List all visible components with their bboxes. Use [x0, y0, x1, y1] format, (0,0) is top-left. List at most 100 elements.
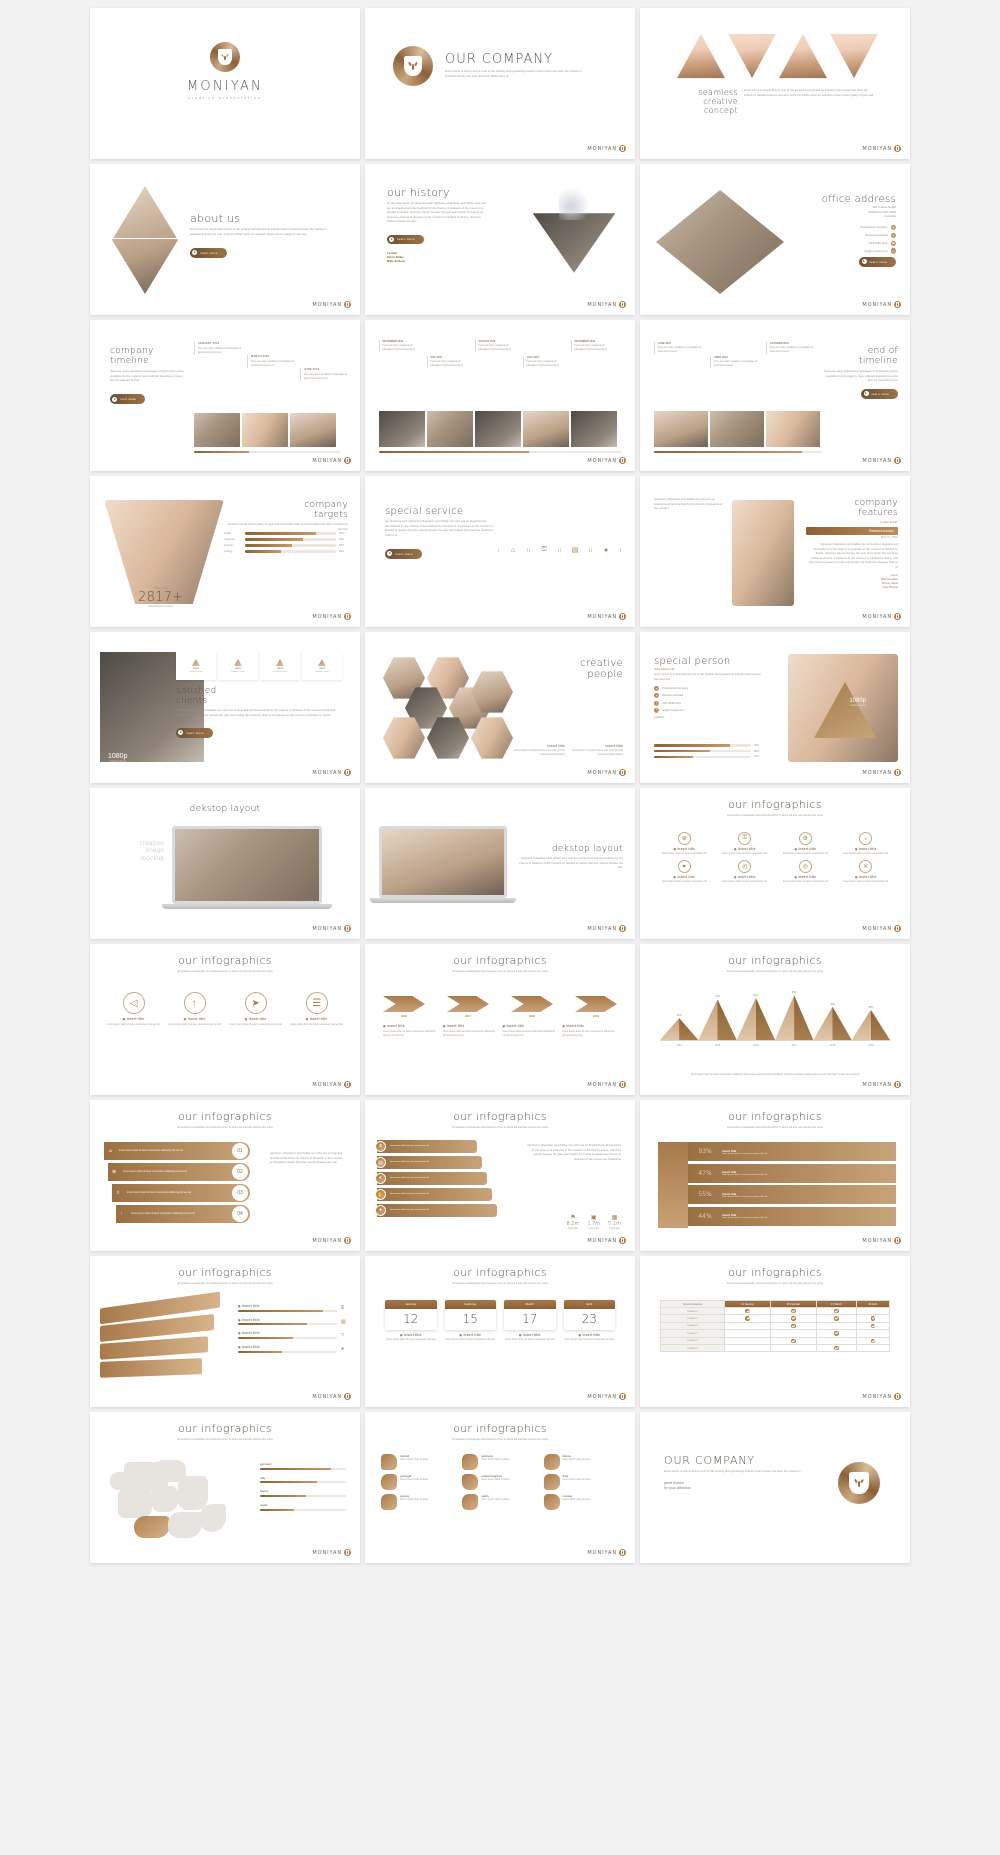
learn-more-button[interactable]: learn more	[385, 548, 422, 559]
brand-name: MONIYAN	[312, 613, 342, 620]
badge[interactable]: Standard Industry	[806, 527, 898, 535]
client-card[interactable]: client company name	[260, 652, 300, 680]
calendar-item[interactable]: March 17 ◉ insert title lorem ipsum dolor s…	[504, 1300, 556, 1342]
info-cell[interactable]: ☰ ◉ insert title lorem ipsum dolor sit ame…	[289, 992, 344, 1027]
headline: seamless creative concept	[676, 88, 738, 115]
country-cell[interactable]: ireland lorem ipsum dolor sit amet	[381, 1454, 456, 1470]
slide-thumbnail-25[interactable]: our infographics but because occasionally…	[90, 1256, 360, 1407]
slide-thumbnail-22[interactable]: our infographics but because occasionally…	[90, 1100, 360, 1251]
slide-thumbnail-2[interactable]: OUR COMPANY lorem ipsum is simply dummy t…	[365, 8, 635, 159]
client-card[interactable]: client company name	[176, 652, 216, 680]
headline-line-1: features	[858, 508, 898, 518]
step-row[interactable]: ↑ lorem ipsum dolor sit amet consectetur …	[116, 1205, 250, 1223]
learn-more-button[interactable]: learn more	[190, 247, 227, 258]
country-cell[interactable]: greece lorem ipsum dolor sit amet	[381, 1494, 456, 1510]
info-cell[interactable]: ↑ ◉ insert title lorem ipsum dolor sit ame…	[167, 992, 222, 1027]
step-row[interactable]: ☺ lorem ipsum dolor sit amet consectetur …	[104, 1142, 250, 1160]
info-cell[interactable]: ♥ ◉ insert title lorem ipsum dolor sit ame…	[656, 860, 713, 884]
slide-thumbnail-12[interactable]: righteous indignation and dislike men wh…	[640, 476, 910, 627]
slide-thumbnail-24[interactable]: our infographics but because occasionally…	[640, 1100, 910, 1251]
calendar-item[interactable]: April 23 ◉ insert title lorem ipsum dolor s…	[563, 1300, 615, 1342]
step-row[interactable]: lorem ipsum dolor sit amet consectetur e…	[375, 1188, 492, 1201]
step-row[interactable]: lorem ipsum dolor sit amet consectetur e…	[375, 1140, 477, 1153]
country-cell[interactable]: france lorem ipsum dolor sit amet	[543, 1454, 619, 1470]
headline-line-1: people	[587, 669, 623, 680]
country-cell[interactable]: spain lorem ipsum dolor sit amet	[462, 1494, 537, 1510]
percent-row[interactable]: 47% insert title lorem ipsum dolor sit ame…	[688, 1163, 896, 1183]
signature-block: Founder Senior Dallas Miller Anthony	[387, 252, 487, 264]
slide-thumbnail-19[interactable]: our infographics but because occasionally…	[90, 944, 360, 1095]
slide-thumbnail-16[interactable]: dekstop layout creative image mockup MONIYAN	[90, 788, 360, 939]
info-cell[interactable]: ♪ ◉ insert title lorem ipsum dolor sit ame…	[838, 832, 895, 856]
learn-more-button[interactable]: learn more	[387, 234, 424, 245]
slide-thumbnail-5[interactable]: our history on the other hand, we denounc…	[365, 164, 635, 315]
slide-thumbnail-1[interactable]: MONIYAN creative presentation	[90, 8, 360, 159]
percent-row[interactable]: 55% insert title lorem ipsum dolor sit ame…	[688, 1185, 896, 1204]
table-cell	[769, 1306, 818, 1316]
step-row[interactable]: ♗ lorem ipsum dolor sit amet consectetur …	[112, 1184, 250, 1202]
client-name: client	[234, 667, 242, 670]
info-cell[interactable]: ⚙ ◉ insert title lorem ipsum dolor sit ame…	[777, 832, 834, 856]
info-cell[interactable]: ◴ ◉ insert title lorem ipsum dolor sit ame…	[717, 860, 774, 884]
info-cell[interactable]: ⚿ ◉ insert title lorem ipsum dolor sit ame…	[717, 832, 774, 856]
country-desc: lorem ipsum dolor sit amet	[481, 1478, 510, 1481]
progress-row: 40%	[654, 755, 762, 758]
slide-thumbnail-27[interactable]: our infographics but because occasionally…	[640, 1256, 910, 1407]
percent-row[interactable]: 44% insert title lorem ipsum dolor sit ame…	[688, 1206, 896, 1226]
percent-row[interactable]: 93% insert title lorem ipsum dolor sit ame…	[688, 1142, 896, 1161]
info-cell[interactable]: ⊕ ◉ insert title lorem ipsum dolor sit ame…	[656, 832, 713, 856]
slide-thumbnail-21[interactable]: our infographics but because occasionally…	[640, 944, 910, 1095]
step-row[interactable]: lorem ipsum dolor sit amet consectetur e…	[375, 1156, 482, 1169]
slide-thumbnail-10[interactable]: company targets unknown printer took a gal…	[90, 476, 360, 627]
step-row[interactable]: lorem ipsum dolor sit amet consectetur e…	[375, 1172, 487, 1185]
user-icon: ●	[603, 546, 609, 554]
info-cell[interactable]: ✕ ◉ insert title lorem ipsum dolor sit ame…	[838, 860, 895, 884]
info-cell[interactable]: ◁ ◉ insert title lorem ipsum dolor sit ame…	[106, 992, 161, 1027]
bar-value: 64%	[339, 538, 344, 541]
client-card[interactable]: client company name	[302, 652, 342, 680]
country-cell[interactable]: italy lorem ipsum dolor sit amet	[543, 1474, 619, 1490]
slide-thumbnail-26[interactable]: our infographics but because occasionally…	[365, 1256, 635, 1407]
slide-thumbnail-7[interactable]: company timeline there are many variations…	[90, 320, 360, 471]
slide-thumbnail-28[interactable]: our infographics but because occasionally…	[90, 1412, 360, 1563]
slide-thumbnail-23[interactable]: our infographics but because occasionally…	[365, 1100, 635, 1251]
calendar-item[interactable]: Januray 12 ◉ insert title lorem ipsum dolor…	[385, 1300, 437, 1342]
cell-text: lorem ipsum dolor sit amet consectetur e…	[843, 852, 889, 855]
slide-thumbnail-13[interactable]: client company name client company name clie…	[90, 632, 360, 783]
slide-thumbnail-30[interactable]: OUR COMPANY lorem ipsum is simply dummy t…	[640, 1412, 910, 1563]
step-row[interactable]: ⊕ lorem ipsum dolor sit amet consectetur …	[108, 1163, 250, 1181]
country-cell[interactable]: germany lorem ipsum dolor sit amet	[462, 1454, 537, 1470]
page-subtitle: but because occasionally circumstances o…	[176, 1437, 274, 1441]
slide-thumbnail-4[interactable]: about us lorem ipsum is simply dummy text…	[90, 164, 360, 315]
laptop-screen	[172, 826, 322, 904]
info-cell[interactable]: ◎ ◉ insert title lorem ipsum dolor sit ame…	[777, 860, 834, 884]
slide-thumbnail-6[interactable]: office address 301 Collins Street Melbourn…	[640, 164, 910, 315]
learn-more-button[interactable]: learn more	[176, 727, 213, 738]
slide-thumbnail-20[interactable]: our infographics but because occasionally…	[365, 944, 635, 1095]
chevron-step: 2016	[383, 996, 425, 1018]
table-cell	[816, 1321, 857, 1331]
country-cell[interactable]: portugal lorem ipsum dolor sit amet	[381, 1474, 456, 1490]
learn-more-button[interactable]: learn more	[861, 388, 898, 399]
slide-thumbnail-29[interactable]: our infographics but because occasionally…	[365, 1412, 635, 1563]
slide-thumbnail-15[interactable]: special person John Desmond lorem ipsum is…	[640, 632, 910, 783]
slide-thumbnail-8[interactable]: NOVEMBER 2019 there are many variations o…	[365, 320, 635, 471]
slide-thumbnail-9[interactable]: end of timeline there are many variations …	[640, 320, 910, 471]
country-cell[interactable]: norway lorem ipsum dolor sit amet	[543, 1494, 619, 1510]
page-body: righteous indignation and dislike men wh…	[527, 1144, 621, 1161]
client-logo-icon	[192, 659, 200, 666]
slide-thumbnail-18[interactable]: our infographics but because occasionally…	[640, 788, 910, 939]
step-row[interactable]: lorem ipsum dolor sit amet consectetur e…	[375, 1204, 497, 1217]
info-cell[interactable]: ➤ ◉ insert title lorem ipsum dolor sit ame…	[228, 992, 283, 1027]
next-slide-button[interactable]: next slide	[110, 394, 146, 405]
slide-thumbnail-3[interactable]: seamless creative concept lorem ipsum is si…	[640, 8, 910, 159]
timeline-text: there are many variations of passages of…	[251, 359, 295, 367]
slide-thumbnail-11[interactable]: special service we denounce with righteou…	[365, 476, 635, 627]
client-card[interactable]: client company name	[218, 652, 258, 680]
peak-label: 2014	[676, 1044, 682, 1047]
calendar-item[interactable]: Februray 15 ◉ insert title lorem ipsum dolo…	[444, 1300, 496, 1342]
slide-thumbnail-17[interactable]: dekstop layout righteous indignation and …	[365, 788, 635, 939]
slide-thumbnail-14[interactable]: creative people insert title lorem ipsum is…	[365, 632, 635, 783]
learn-more-button[interactable]: learn more	[859, 256, 896, 267]
country-cell[interactable]: united kingdom lorem ipsum dolor sit amet	[462, 1474, 537, 1490]
